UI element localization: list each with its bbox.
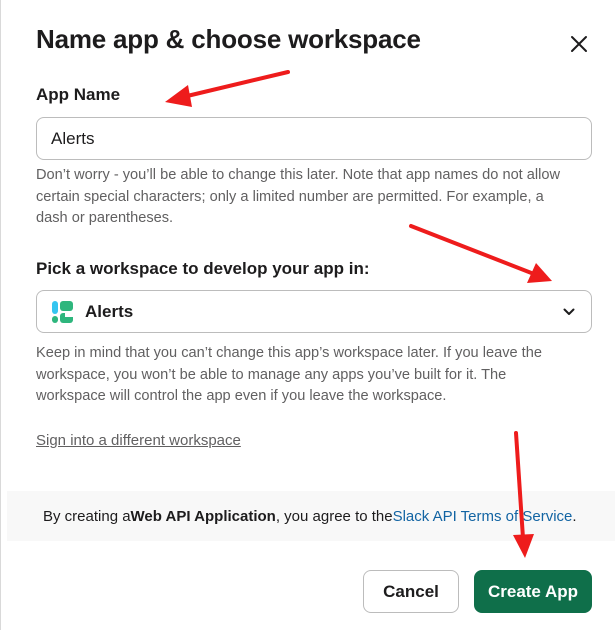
- close-button[interactable]: [563, 28, 595, 60]
- workspace-select-value: Alerts: [85, 301, 134, 321]
- workspace-logo-icon: [52, 300, 73, 323]
- app-name-label: App Name: [36, 85, 121, 104]
- workspace-help-text: Keep in mind that you can’t change this …: [36, 345, 542, 404]
- sign-into-different-workspace-link[interactable]: Sign into a different workspace: [36, 432, 241, 449]
- terms-middle: , you agree to the: [275, 507, 393, 525]
- name-app-dialog: Name app & choose workspace App Name Don…: [0, 0, 615, 630]
- terms-of-service-link[interactable]: Slack API Terms of Service: [393, 508, 573, 525]
- terms-app-type: Web API Application: [130, 507, 276, 525]
- cancel-button[interactable]: Cancel: [363, 570, 459, 613]
- create-app-button[interactable]: Create App: [474, 570, 592, 613]
- close-icon: [571, 36, 587, 52]
- dialog-title: Name app & choose workspace: [36, 24, 421, 54]
- app-name-input[interactable]: [36, 117, 592, 160]
- app-name-help-text: Don’t worry - you’ll be able to change t…: [36, 167, 561, 226]
- terms-prefix: By creating a: [43, 507, 131, 525]
- workspace-select[interactable]: Alerts: [36, 290, 592, 333]
- annotation-arrow-workspace: [409, 224, 552, 283]
- workspace-label: Pick a workspace to develop your app in:: [36, 259, 370, 278]
- annotation-arrow-app-name: [165, 70, 290, 107]
- terms-notice: By creating a Web API Application, you a…: [7, 491, 615, 541]
- chevron-down-icon: [561, 304, 577, 320]
- terms-suffix: .: [572, 507, 577, 525]
